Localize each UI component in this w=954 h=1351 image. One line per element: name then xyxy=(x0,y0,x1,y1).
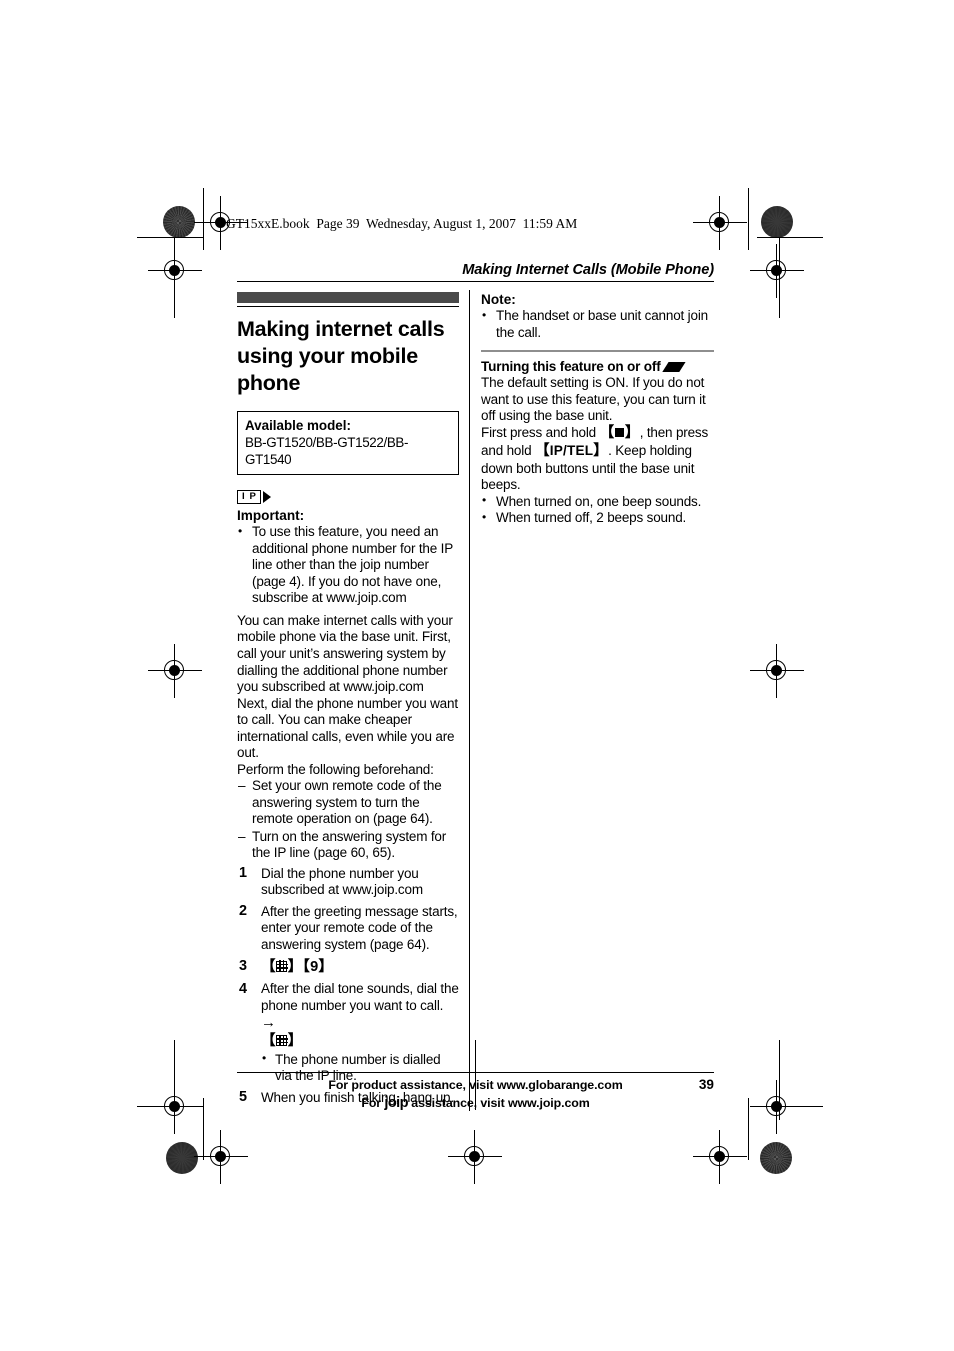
ip-tel-key-notation: 【IP/TEL】 xyxy=(534,442,609,459)
list-item: To use this feature, you need an additio… xyxy=(237,524,459,607)
procedure-steps: 1 Dial the phone number you subscribed a… xyxy=(237,865,459,1106)
stop-key-icon xyxy=(615,428,624,437)
step-key-sequence: 【】【9】 xyxy=(261,958,334,975)
important-label: Important: xyxy=(237,508,305,524)
registration-cross-middle-left xyxy=(148,644,202,698)
trim-mark-left-horizontal-bottom xyxy=(137,1106,203,1108)
trim-mark-right-vertical-bottom xyxy=(748,1098,750,1160)
step-key-digit: 9 xyxy=(310,958,319,975)
registration-cross-upper-right xyxy=(750,244,804,298)
hash-key-icon xyxy=(276,960,288,972)
subsection-instruction: First press and hold 【】, then press and … xyxy=(481,425,714,494)
registration-target-top-right xyxy=(761,206,793,238)
registration-cross-bottom-center xyxy=(448,1130,502,1184)
step-text: After the greeting message starts, enter… xyxy=(261,903,458,953)
stop-key-notation: 【】 xyxy=(599,424,640,441)
footer-rule xyxy=(237,1072,714,1074)
step-4: 4 After the dial tone sounds, dial the p… xyxy=(237,981,459,1084)
section-separator-rule xyxy=(481,350,714,353)
base-unit-icon xyxy=(662,362,686,372)
page-title: Making internet calls using your mobile … xyxy=(237,316,445,396)
registration-target-bottom-right xyxy=(760,1142,792,1174)
available-model-value: BB-GT1520/BB-GT1522/BB-GT1540 xyxy=(245,434,409,468)
trim-mark-left-vertical-top xyxy=(203,188,205,250)
trim-mark-right-horizontal-top xyxy=(757,237,823,239)
subsection-heading: Turning this feature on or off xyxy=(481,359,714,374)
registration-cross-bottom-right xyxy=(693,1130,747,1184)
step-text: Dial the phone number you subscribed at … xyxy=(261,865,423,898)
triangle-right-icon xyxy=(262,491,271,503)
book-header-line: GT15xxE.book Page 39 Wednesday, August 1… xyxy=(226,216,578,231)
footer-joip-suffix: assistance, visit www.joip.com xyxy=(411,1095,590,1110)
available-model-label: Available model: xyxy=(245,417,351,433)
preparation-list: Set your own remote code of the answerin… xyxy=(237,778,459,862)
trim-mark-right-horizontal-bottom xyxy=(757,1106,823,1108)
footer-line-joip: For joip assistance, visit www.joip.com xyxy=(237,1094,714,1113)
hash-key-icon xyxy=(276,1034,288,1047)
step-3: 3 【】【9】 xyxy=(237,958,459,977)
left-column: Making internet calls using your mobile … xyxy=(237,292,469,1111)
available-model-box: Available model: BB-GT1520/BB-GT1522/BB-… xyxy=(237,410,459,476)
running-head: Making Internet Calls (Mobile Phone) xyxy=(462,262,714,278)
step-1: 1 Dial the phone number you subscribed a… xyxy=(237,865,459,899)
registration-target-top-left xyxy=(163,206,195,238)
list-item: Set your own remote code of the answerin… xyxy=(237,778,459,828)
trim-mark-left-vertical-bottom xyxy=(203,1098,205,1160)
section-title-bar xyxy=(237,292,459,304)
step-number: 1 xyxy=(239,865,247,882)
list-item: The handset or base unit cannot join the… xyxy=(481,308,714,341)
trim-mark-right-vertical-top xyxy=(748,188,750,250)
list-item: When turned on, one beep sounds. xyxy=(481,493,714,511)
trim-mark-left-vertical-lower xyxy=(174,1040,176,1120)
step-number: 3 xyxy=(239,958,247,975)
list-item: When turned off, 2 beeps sound. xyxy=(481,510,714,527)
page-body: Making Internet Calls (Mobile Phone) Mak… xyxy=(237,262,714,1112)
step-number: 4 xyxy=(239,980,247,997)
arrow-right-icon: → xyxy=(261,1014,276,1032)
page-footer: For product assistance, visit www.globar… xyxy=(237,1072,714,1113)
trim-mark-left-vertical-body xyxy=(174,238,176,318)
ip-tel-key-label: IP/TEL xyxy=(549,442,594,458)
section-title-rule xyxy=(237,305,459,307)
registration-cross-middle-right xyxy=(750,644,804,698)
step-text: After the dial tone sounds, dial the pho… xyxy=(261,981,459,1013)
intro-paragraph-1: You can make internet calls with your mo… xyxy=(237,612,453,695)
note-label: Note: xyxy=(481,292,516,308)
result-bullet-list: When turned on, one beep sounds. When tu… xyxy=(481,493,714,527)
intro-paragraph-2: Next, dial the phone number you want to … xyxy=(237,695,458,761)
instruction-prefix: First press and hold xyxy=(481,424,597,440)
right-column: Note: The handset or base unit cannot jo… xyxy=(470,292,714,1111)
registration-cross-top-right xyxy=(693,196,747,250)
trim-mark-right-vertical-body xyxy=(779,238,781,318)
joip-logo: joip xyxy=(384,1094,408,1111)
trim-mark-right-vertical-lower xyxy=(779,1040,781,1120)
note-bullet-list: The handset or base unit cannot join the… xyxy=(481,308,714,341)
ip-badge-label: I P xyxy=(237,489,262,505)
subsection-heading-text: Turning this feature on or off xyxy=(481,359,661,375)
footer-line-product: For product assistance, visit www.globar… xyxy=(328,1078,623,1093)
subsection-paragraph: The default setting is ON. If you do not… xyxy=(481,375,706,424)
page-number: 39 xyxy=(698,1077,714,1093)
intro-paragraph-3: Perform the following beforehand: xyxy=(237,761,434,777)
footer-joip-prefix: For xyxy=(361,1095,382,1110)
trim-mark-left-horizontal-top xyxy=(137,237,203,239)
footer-content: For product assistance, visit www.globar… xyxy=(237,1077,714,1113)
step-number: 2 xyxy=(239,903,247,920)
step-key-sequence: 【】 xyxy=(261,1032,303,1049)
ip-badge: I P xyxy=(237,489,271,505)
important-bullet-list: To use this feature, you need an additio… xyxy=(237,524,459,607)
two-column-layout: Making internet calls using your mobile … xyxy=(237,290,714,1112)
step-2: 2 After the greeting message starts, ent… xyxy=(237,903,459,954)
running-head-rule xyxy=(237,281,714,283)
list-item: Turn on the answering system for the IP … xyxy=(237,829,459,862)
